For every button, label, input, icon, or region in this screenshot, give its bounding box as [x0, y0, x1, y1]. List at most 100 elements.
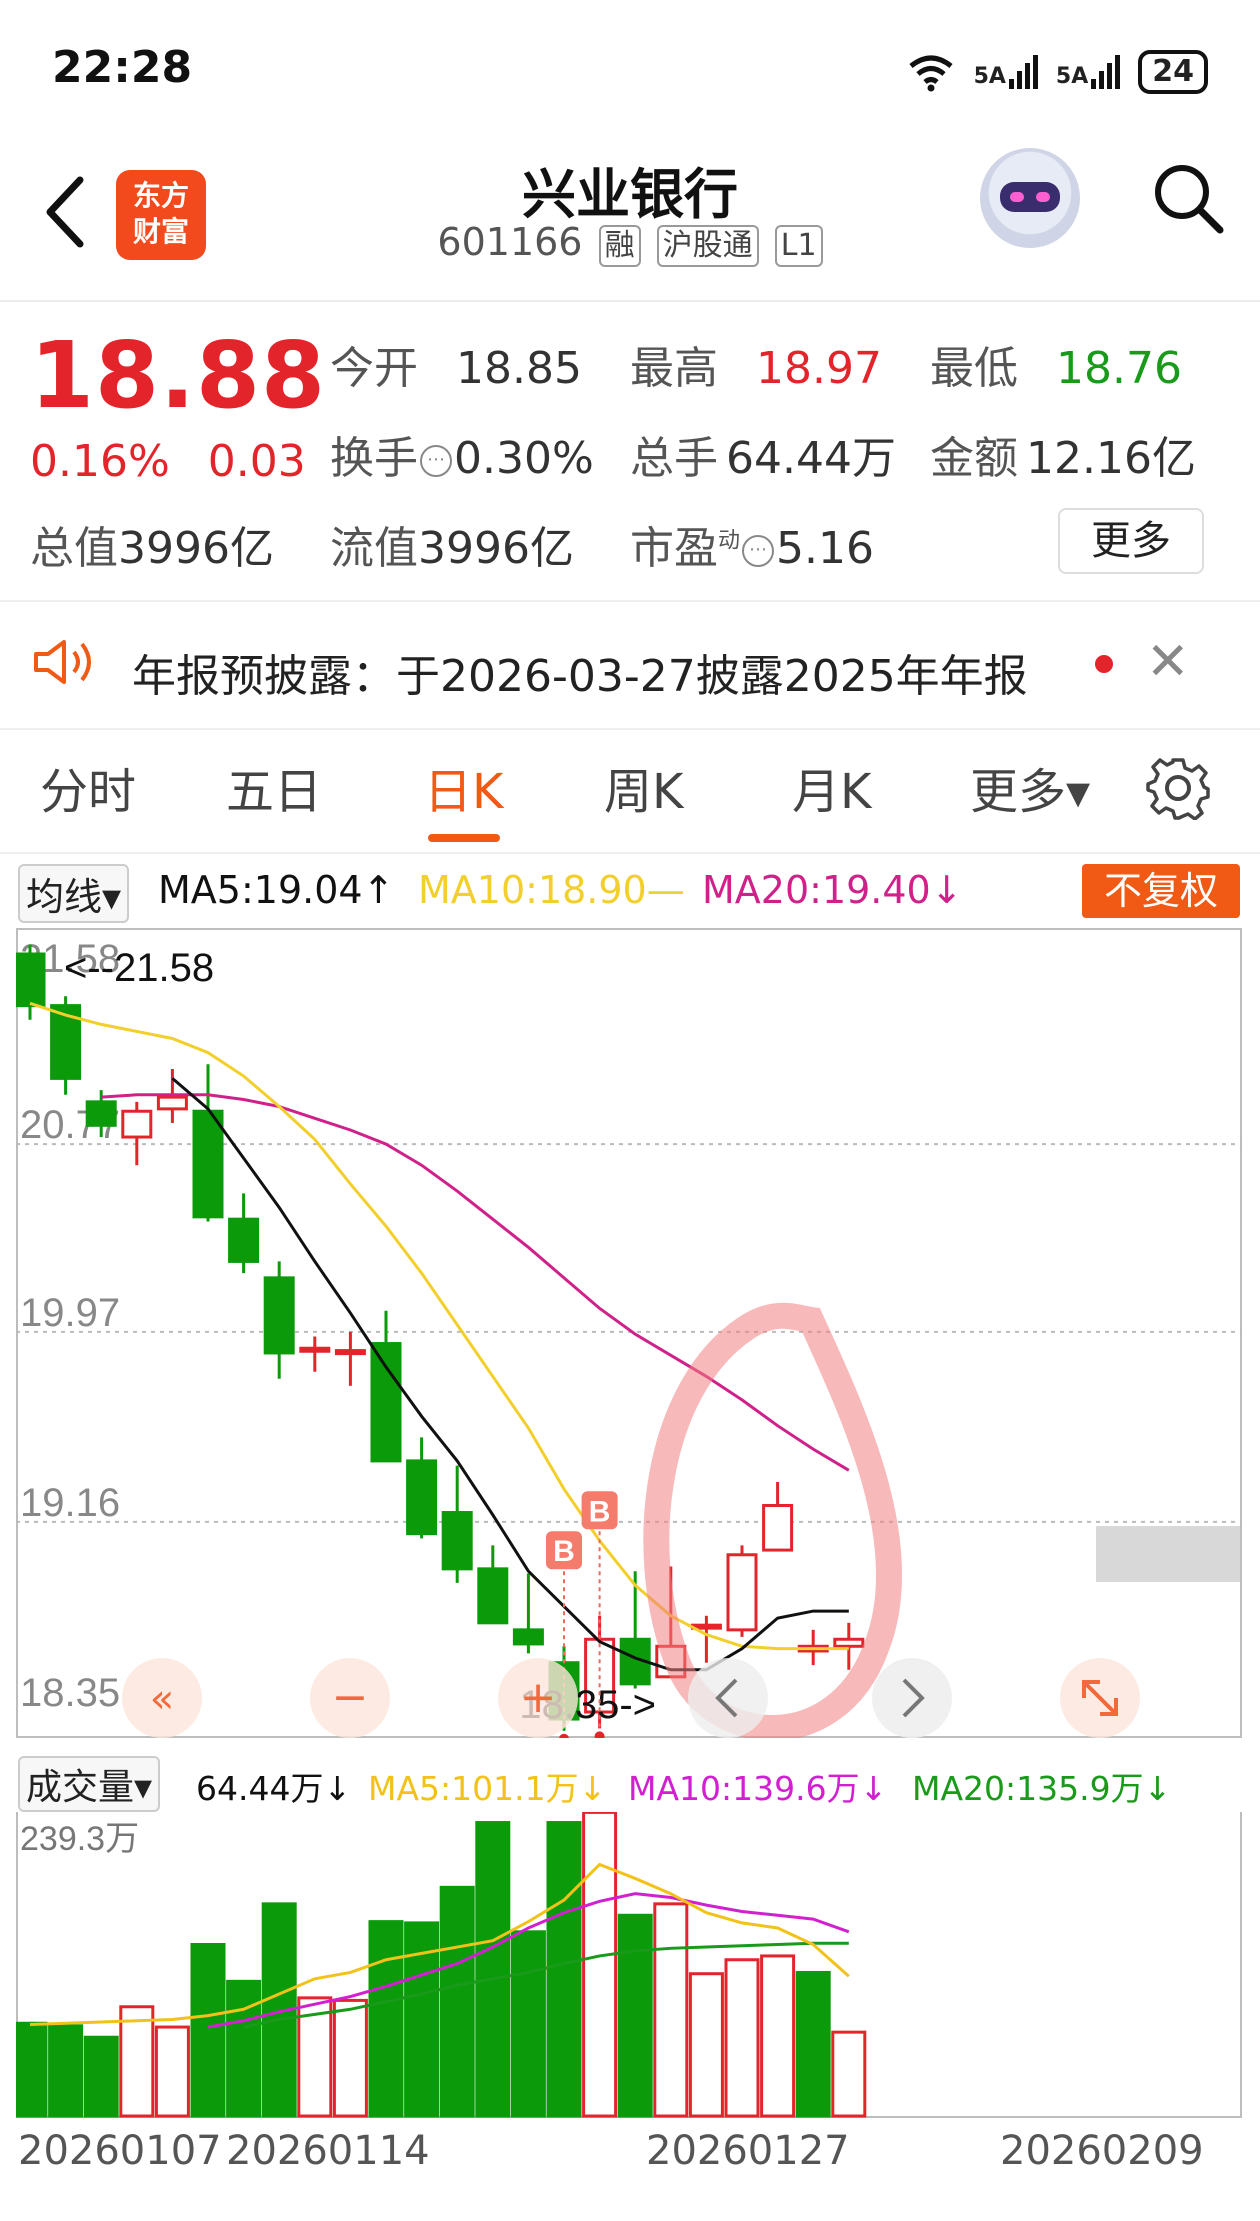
wifi-icon [909, 55, 953, 92]
tag-margin: 融 [598, 225, 641, 267]
tab-intraday[interactable]: 分时 [40, 752, 136, 822]
tab-weekly-k[interactable]: 周K [604, 752, 683, 822]
candle-body [726, 1553, 758, 1632]
volume-bar [760, 1954, 796, 2118]
info-icon: ⋯ [742, 535, 775, 567]
volume-bar [724, 1958, 760, 2118]
scroll-left-button[interactable]: « [122, 1658, 202, 1738]
y-tick-label: 19.97 [20, 1291, 120, 1335]
current-price: 18.88 [30, 322, 327, 429]
volume-chart[interactable]: 239.3万 [16, 1812, 1242, 2118]
candle-body [263, 1276, 295, 1355]
settings-gear-icon[interactable] [1146, 756, 1210, 820]
cell-signal-icon: 5A [974, 55, 1038, 89]
candle-body [16, 952, 46, 1008]
ma-legend: 均线▾ MA5:19.04↑ MA10:18.90— MA20:19.40↓ [0, 856, 1260, 924]
ma10-value: MA10:18.90— [418, 868, 685, 912]
ma5-value: MA5:19.04↑ [158, 868, 395, 912]
cell-signal-icon-2: 5A [1056, 55, 1121, 89]
notice-text[interactable]: 年报预披露：于2026-03-27披露2025年年报 [132, 640, 1028, 704]
candle-body [370, 1342, 402, 1463]
price-highlight-box [1096, 1526, 1240, 1582]
tag-connect: 沪股通 [656, 225, 759, 267]
candlestick-chart[interactable]: 21.5820.7719.9719.1618.35 <--21.58 18.35… [16, 928, 1242, 1738]
adjust-price-button[interactable]: 不复权 [1082, 864, 1240, 918]
volume-bar [16, 2021, 48, 2118]
buy-marker-label: B [589, 1495, 611, 1528]
more-quote-button[interactable]: 更多 [1058, 508, 1204, 574]
zoom-in-button[interactable]: + [498, 1658, 578, 1738]
stock-code: 601166 [437, 220, 583, 264]
status-icons: 5A 5A 24 [906, 50, 1208, 94]
indicator-dropdown[interactable]: 均线▾ [18, 864, 130, 923]
market-cap: 总值3996亿 [30, 523, 274, 574]
volume-bar [688, 1972, 724, 2118]
volume-bar [48, 2024, 84, 2118]
tag-level: L1 [774, 225, 823, 267]
fullscreen-button[interactable] [1060, 1658, 1140, 1738]
volume-bar [190, 1942, 226, 2118]
next-candle-button[interactable] [872, 1658, 952, 1738]
info-icon: ⋯ [420, 445, 452, 477]
close-icon[interactable]: ✕ [1146, 632, 1190, 692]
status-bar: 22:28 5A 5A 24 [0, 0, 1260, 140]
volume-bar [439, 1885, 475, 2118]
open-price: 今开 18.85 [330, 343, 582, 394]
volume-legend: 成交量▾ 64.44万↓ MA5:101.1万↓ MA10:139.6万↓ MA… [0, 1752, 1260, 1812]
tab-monthly-k[interactable]: 月K [792, 752, 871, 822]
volume-value: 64.44万↓ [196, 1769, 352, 1808]
max-price-marker: <--21.58 [64, 946, 214, 990]
candle-body [228, 1217, 260, 1263]
active-tab-indicator [428, 834, 500, 842]
search-icon[interactable] [1150, 160, 1226, 236]
speaker-icon [34, 640, 91, 684]
trade-amount: 金额 12.16亿 [930, 433, 1196, 484]
candle-body [833, 1637, 865, 1648]
volume-max-label: 239.3万 [20, 1820, 139, 1858]
pe-ratio: 市盈动 ⋯ 5.16 [630, 523, 874, 574]
x-tick-label: 20260107 [18, 2128, 222, 2174]
candle-body [192, 1109, 224, 1219]
price-change: 0.16% 0.03 [30, 436, 344, 487]
turnover-rate: 换手 ⋯ 0.30% [330, 433, 594, 484]
volume-bar [510, 1930, 546, 2118]
svg-text:+: + [520, 1672, 557, 1723]
candle-body [121, 1109, 153, 1139]
candle-body [441, 1511, 473, 1571]
svg-text:−: − [332, 1672, 369, 1723]
candle-body [477, 1567, 509, 1625]
ma20-value: MA20:19.40↓ [702, 868, 963, 912]
vol-ma5-value: MA5:101.1万↓ [368, 1769, 607, 1808]
battery-icon: 24 [1138, 50, 1208, 94]
candle-body [406, 1459, 438, 1536]
candle-body [156, 1095, 188, 1111]
svg-text:«: « [150, 1676, 174, 1722]
total-volume: 总手 64.44万 [630, 433, 896, 484]
volume-bar [154, 2025, 190, 2118]
tab-daily-k[interactable]: 日K [424, 752, 503, 822]
volume-bar [795, 1970, 831, 2118]
vol-ma10-value: MA10:139.6万↓ [628, 1769, 888, 1808]
volume-bar [226, 1979, 262, 2118]
volume-bar [831, 2030, 867, 2118]
clock: 22:28 [52, 42, 193, 93]
volume-bar [653, 1902, 689, 2118]
volume-dropdown[interactable]: 成交量▾ [18, 1756, 161, 1812]
volume-bar [83, 2035, 119, 2118]
candle-body [85, 1100, 117, 1127]
volume-bar [546, 1821, 582, 2118]
tab-five-day[interactable]: 五日 [226, 752, 322, 822]
high-price: 最高 18.97 [630, 343, 882, 394]
change-percent: 0.16% [30, 436, 170, 487]
change-amount: 0.03 [207, 436, 306, 487]
float-cap: 流值3996亿 [330, 523, 574, 574]
assistant-robot-icon[interactable] [980, 148, 1080, 248]
prev-candle-button[interactable] [688, 1658, 768, 1738]
x-tick-label: 20260209 [1000, 2128, 1204, 2174]
y-tick-label: 19.16 [20, 1481, 120, 1525]
candle-body [512, 1628, 544, 1646]
tab-more[interactable]: 更多▾ [970, 752, 1090, 822]
zoom-out-button[interactable]: − [310, 1658, 390, 1738]
low-price: 最低 18.76 [930, 343, 1182, 394]
stock-code-row: 601166 融 沪股通 L1 [0, 220, 1260, 267]
